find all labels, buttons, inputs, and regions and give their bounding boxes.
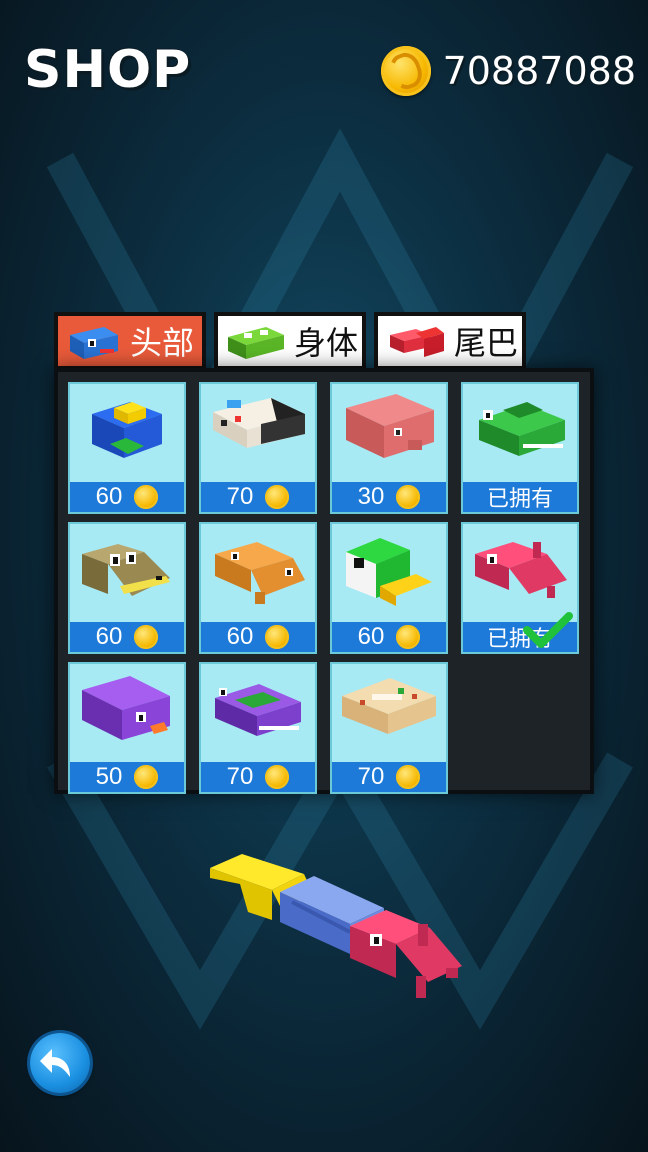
category-tabs: 头部 身体 尾巴 [54,312,534,370]
coin-icon [265,625,290,649]
panda-head-icon [213,398,305,448]
pink-dragon-head-icon [475,542,567,598]
price-bar: 60 [70,622,184,652]
shop-item-card[interactable]: 60 [199,522,317,654]
coin-balance: 70887088 [380,46,636,96]
coin-icon [134,485,159,509]
coin-icon [134,625,159,649]
item-price: 70 [226,763,254,790]
coin-icon [396,765,421,789]
purple-monster-head-icon [215,684,301,736]
price-bar: 70 [332,762,446,792]
snake-preview [210,854,462,998]
shop-item-card[interactable]: 60 [68,522,186,654]
coin-icon [396,625,421,649]
item-price: 70 [226,483,254,510]
item-price: 60 [357,623,385,650]
orange-hippo-head-icon [215,542,305,604]
coin-icon [265,485,290,509]
pink-pig-head-icon [346,394,434,458]
tab-tail-label: 尾巴 [454,325,519,361]
coin-icon [134,765,159,789]
coin-count: 70887088 [442,49,636,93]
shop-item-card[interactable]: 已拥有 [461,522,579,654]
coin-icon [380,46,431,96]
item-grid: 60 70 30 已拥有 60 60 60 已拥有 50 70 70 [68,382,579,794]
coin-icon [396,485,421,509]
price-bar: 已拥有 [463,482,577,512]
checkmark-icon [523,612,573,648]
head-tab-icon [70,327,118,359]
shop-item-card[interactable]: 已拥有 [461,382,579,514]
shop-item-card[interactable]: 50 [68,662,186,794]
crocodile-head-icon [82,544,170,596]
green-frog-head-icon [479,402,565,456]
shop-item-card[interactable]: 70 [199,662,317,794]
cookie-head-icon [342,678,436,734]
shop-item-card[interactable]: 60 [330,522,448,654]
item-price: 70 [357,763,385,790]
item-price: 60 [95,623,123,650]
owned-label: 已拥有 [486,486,553,511]
item-price: 60 [226,623,254,650]
price-bar: 60 [70,482,184,512]
shop-item-card[interactable]: 70 [199,382,317,514]
price-bar: 70 [201,762,315,792]
page-title: SHOP [24,40,192,100]
body-tab-icon [228,327,284,359]
tab-body[interactable]: 身体 [214,312,366,370]
item-price: 60 [95,483,123,510]
price-bar: 30 [332,482,446,512]
shop-panel: 60 70 30 已拥有 60 60 60 已拥有 50 70 70 [54,368,594,794]
price-bar: 60 [332,622,446,652]
tab-tail[interactable]: 尾巴 [374,312,526,370]
purple-bird-head-icon [82,676,170,740]
tab-head[interactable]: 头部 [54,312,206,370]
shop-item-card[interactable]: 30 [330,382,448,514]
back-arrow-icon [40,1049,70,1077]
blue-flower-head-icon [92,402,162,458]
tab-head-label: 头部 [130,325,195,361]
tab-body-label: 身体 [294,325,359,361]
price-bar: 50 [70,762,184,792]
price-bar: 60 [201,622,315,652]
price-bar: 70 [201,482,315,512]
back-button[interactable] [30,1033,90,1093]
shop-item-card[interactable]: 60 [68,382,186,514]
item-price: 30 [357,483,385,510]
tail-tab-icon [390,327,444,357]
green-duck-head-icon [346,538,432,606]
coin-icon [265,765,290,789]
shop-item-card[interactable]: 70 [330,662,448,794]
item-price: 50 [95,763,123,790]
